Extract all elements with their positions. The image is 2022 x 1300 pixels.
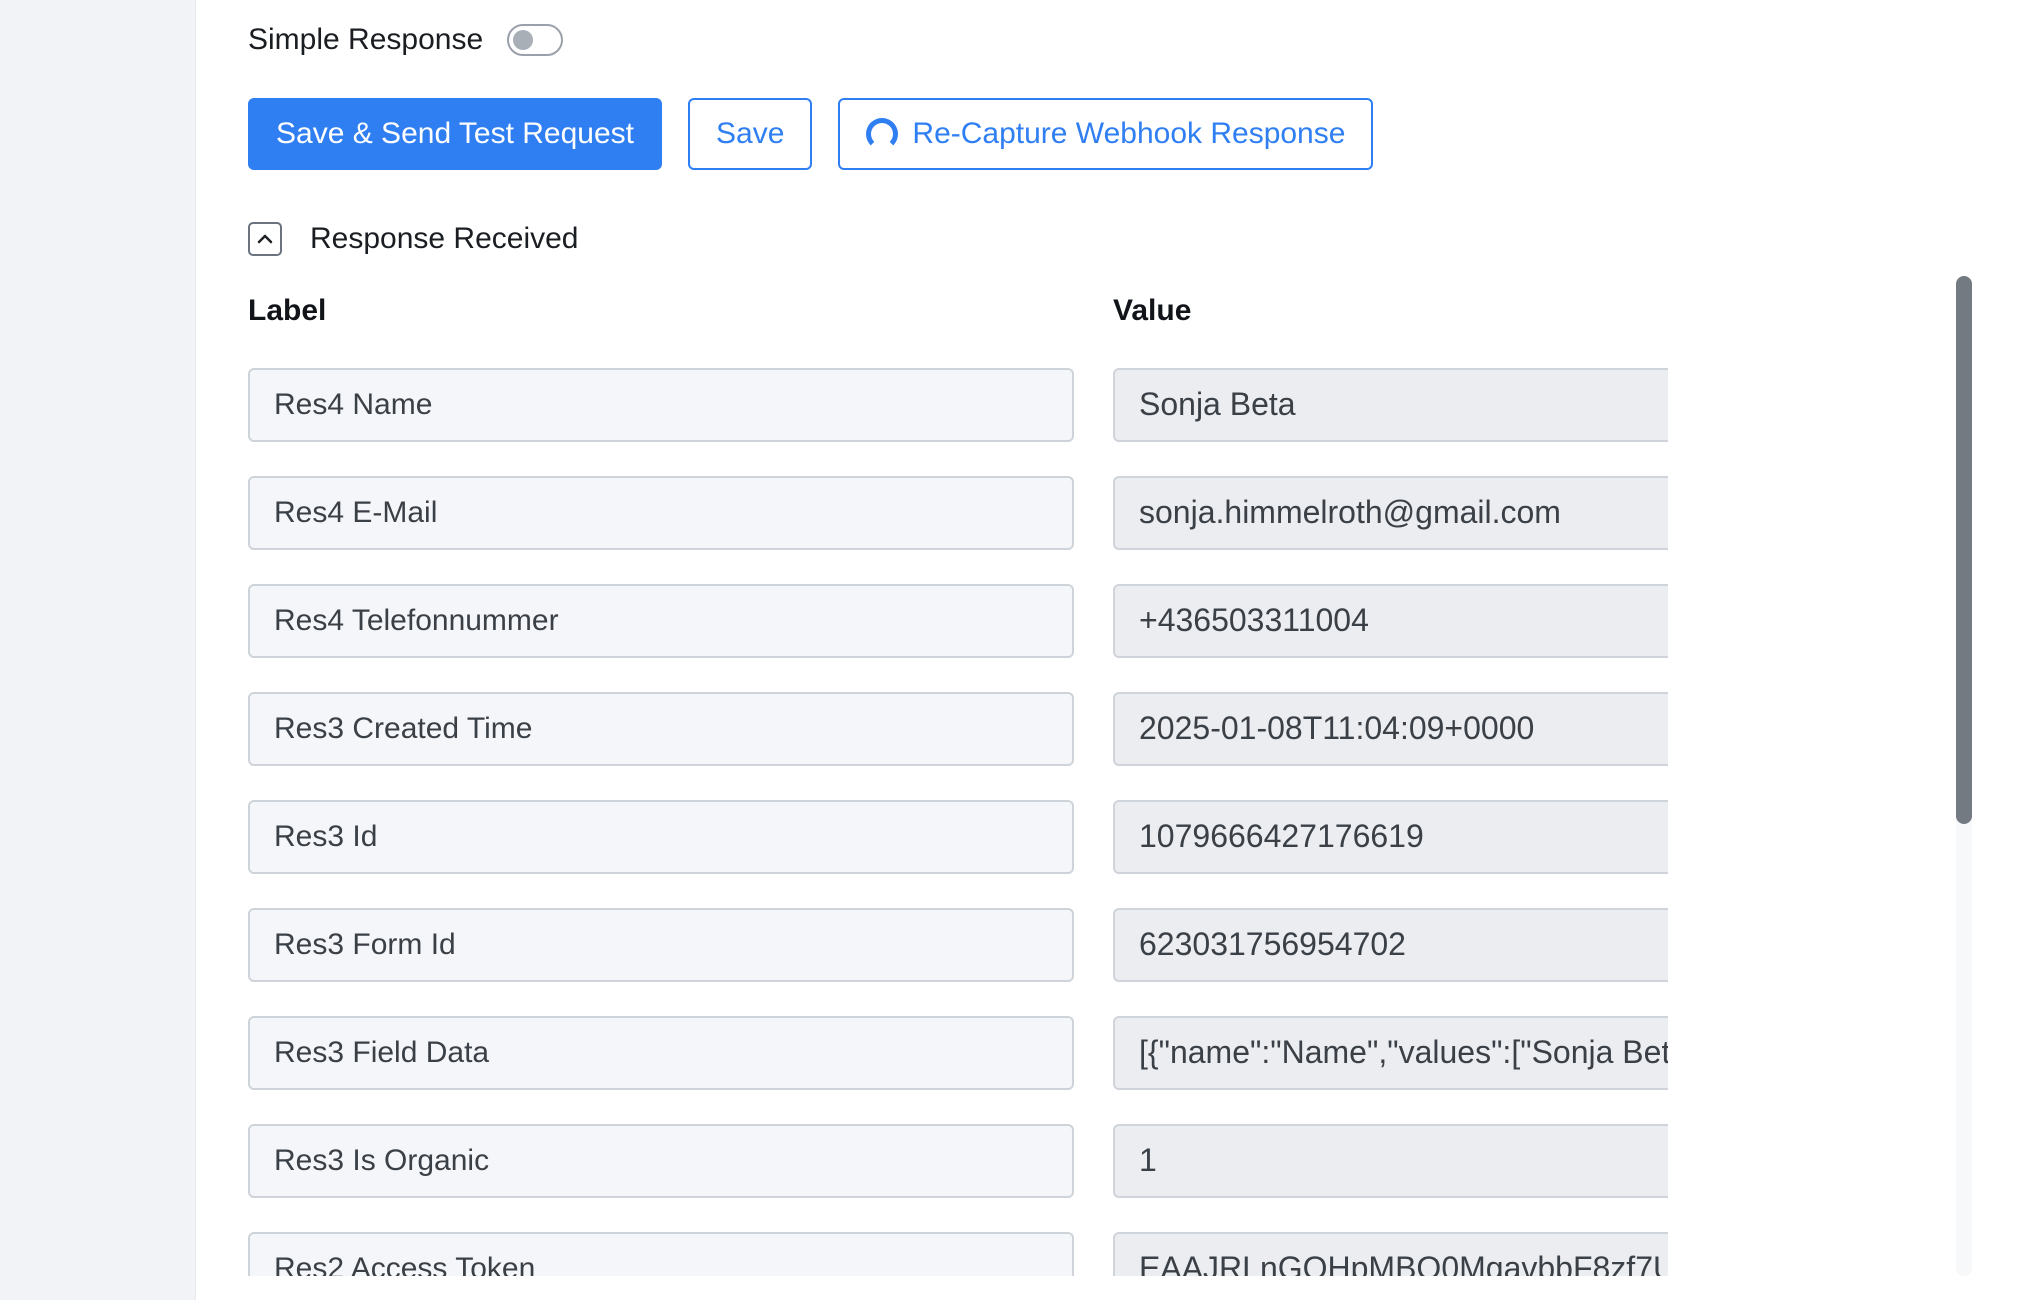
value-textarea[interactable]: 1079666427176619 [1113,800,1668,874]
response-received-title: Response Received [310,222,579,255]
label-field[interactable]: Res3 Field Data [248,1016,1074,1090]
label-field[interactable]: Res3 Id [248,800,1074,874]
response-row: Res3 Id 1079666427176619 [248,800,1668,876]
response-row: Res3 Created Time 2025-01-08T11:04:09+00… [248,692,1668,768]
response-row: Res3 Is Organic 1 [248,1124,1668,1200]
save-button[interactable]: Save [688,98,813,170]
response-received-header: Response Received [248,222,579,256]
label-field[interactable]: Res3 Created Time [248,692,1074,766]
value-textarea[interactable]: EAAJRLnGQHpMBO0MgavbbF8zf7ULgbI3KLuQ3n [1113,1232,1668,1276]
value-text: [{"name":"Name","values":["Sonja Beta"]}… [1139,1034,1668,1070]
value-text: 1 [1139,1142,1157,1178]
response-fields-list: Res4 Name Sonja Beta Res4 E-Mail sonja.h… [248,368,1668,1276]
value-text: 1079666427176619 [1139,818,1424,854]
value-textarea[interactable]: sonja.himmelroth@gmail.com [1113,476,1668,550]
loading-spinner-icon [866,118,899,150]
value-text: 623031756954702 [1139,926,1406,962]
label-field[interactable]: Res4 Telefonnummer [248,584,1074,658]
value-textarea[interactable]: 2025-01-08T11:04:09+0000 [1113,692,1668,766]
label-field[interactable]: Res2 Access Token [248,1232,1074,1276]
response-row: Res3 Form Id 623031756954702 [248,908,1668,984]
response-row: Res4 E-Mail sonja.himmelroth@gmail.com [248,476,1668,552]
value-text: sonja.himmelroth@gmail.com [1139,494,1561,530]
label-field[interactable]: Res3 Form Id [248,908,1074,982]
response-row: Res2 Access Token EAAJRLnGQHpMBO0MgavbbF… [248,1232,1668,1276]
value-text: Sonja Beta [1139,386,1296,422]
value-textarea[interactable]: [{"name":"Name","values":["Sonja Beta"]}… [1113,1016,1668,1090]
simple-response-row: Simple Response [248,16,564,64]
response-row: Res3 Field Data [{"name":"Name","values"… [248,1016,1668,1092]
value-textarea[interactable]: Sonja Beta [1113,368,1668,442]
scrollbar-thumb[interactable] [1956,276,1972,824]
value-column-header: Value [1113,294,1192,327]
chevron-up-icon[interactable] [248,222,282,256]
response-row: Res4 Telefonnummer +436503311004 [248,584,1668,660]
value-text: EAAJRLnGQHpMBO0MgavbbF8zf7ULgbI3KLuQ3n [1139,1250,1668,1276]
save-and-send-test-request-button[interactable]: Save & Send Test Request [248,98,663,170]
toggle-knob [513,30,534,50]
value-text: +436503311004 [1139,602,1369,638]
value-textarea[interactable]: 623031756954702 [1113,908,1668,982]
vertical-scrollbar[interactable] [1956,276,1972,1276]
label-field[interactable]: Res3 Is Organic [248,1124,1074,1198]
label-column-header: Label [248,294,327,327]
response-row: Res4 Name Sonja Beta [248,368,1668,444]
recapture-label: Re-Capture Webhook Response [912,117,1346,150]
label-field[interactable]: Res4 E-Mail [248,476,1074,550]
label-field[interactable]: Res4 Name [248,368,1074,442]
recapture-webhook-response-button[interactable]: Re-Capture Webhook Response [838,98,1374,170]
value-textarea[interactable]: +436503311004 [1113,584,1668,658]
webhook-response-panel: Simple Response Save & Send Test Request… [195,0,2022,1300]
simple-response-toggle[interactable] [507,24,564,56]
value-textarea[interactable]: 1 [1113,1124,1668,1198]
action-buttons: Save & Send Test Request Save Re-Capture… [248,98,1374,170]
value-text: 2025-01-08T11:04:09+0000 [1139,710,1535,746]
simple-response-label: Simple Response [248,23,484,56]
